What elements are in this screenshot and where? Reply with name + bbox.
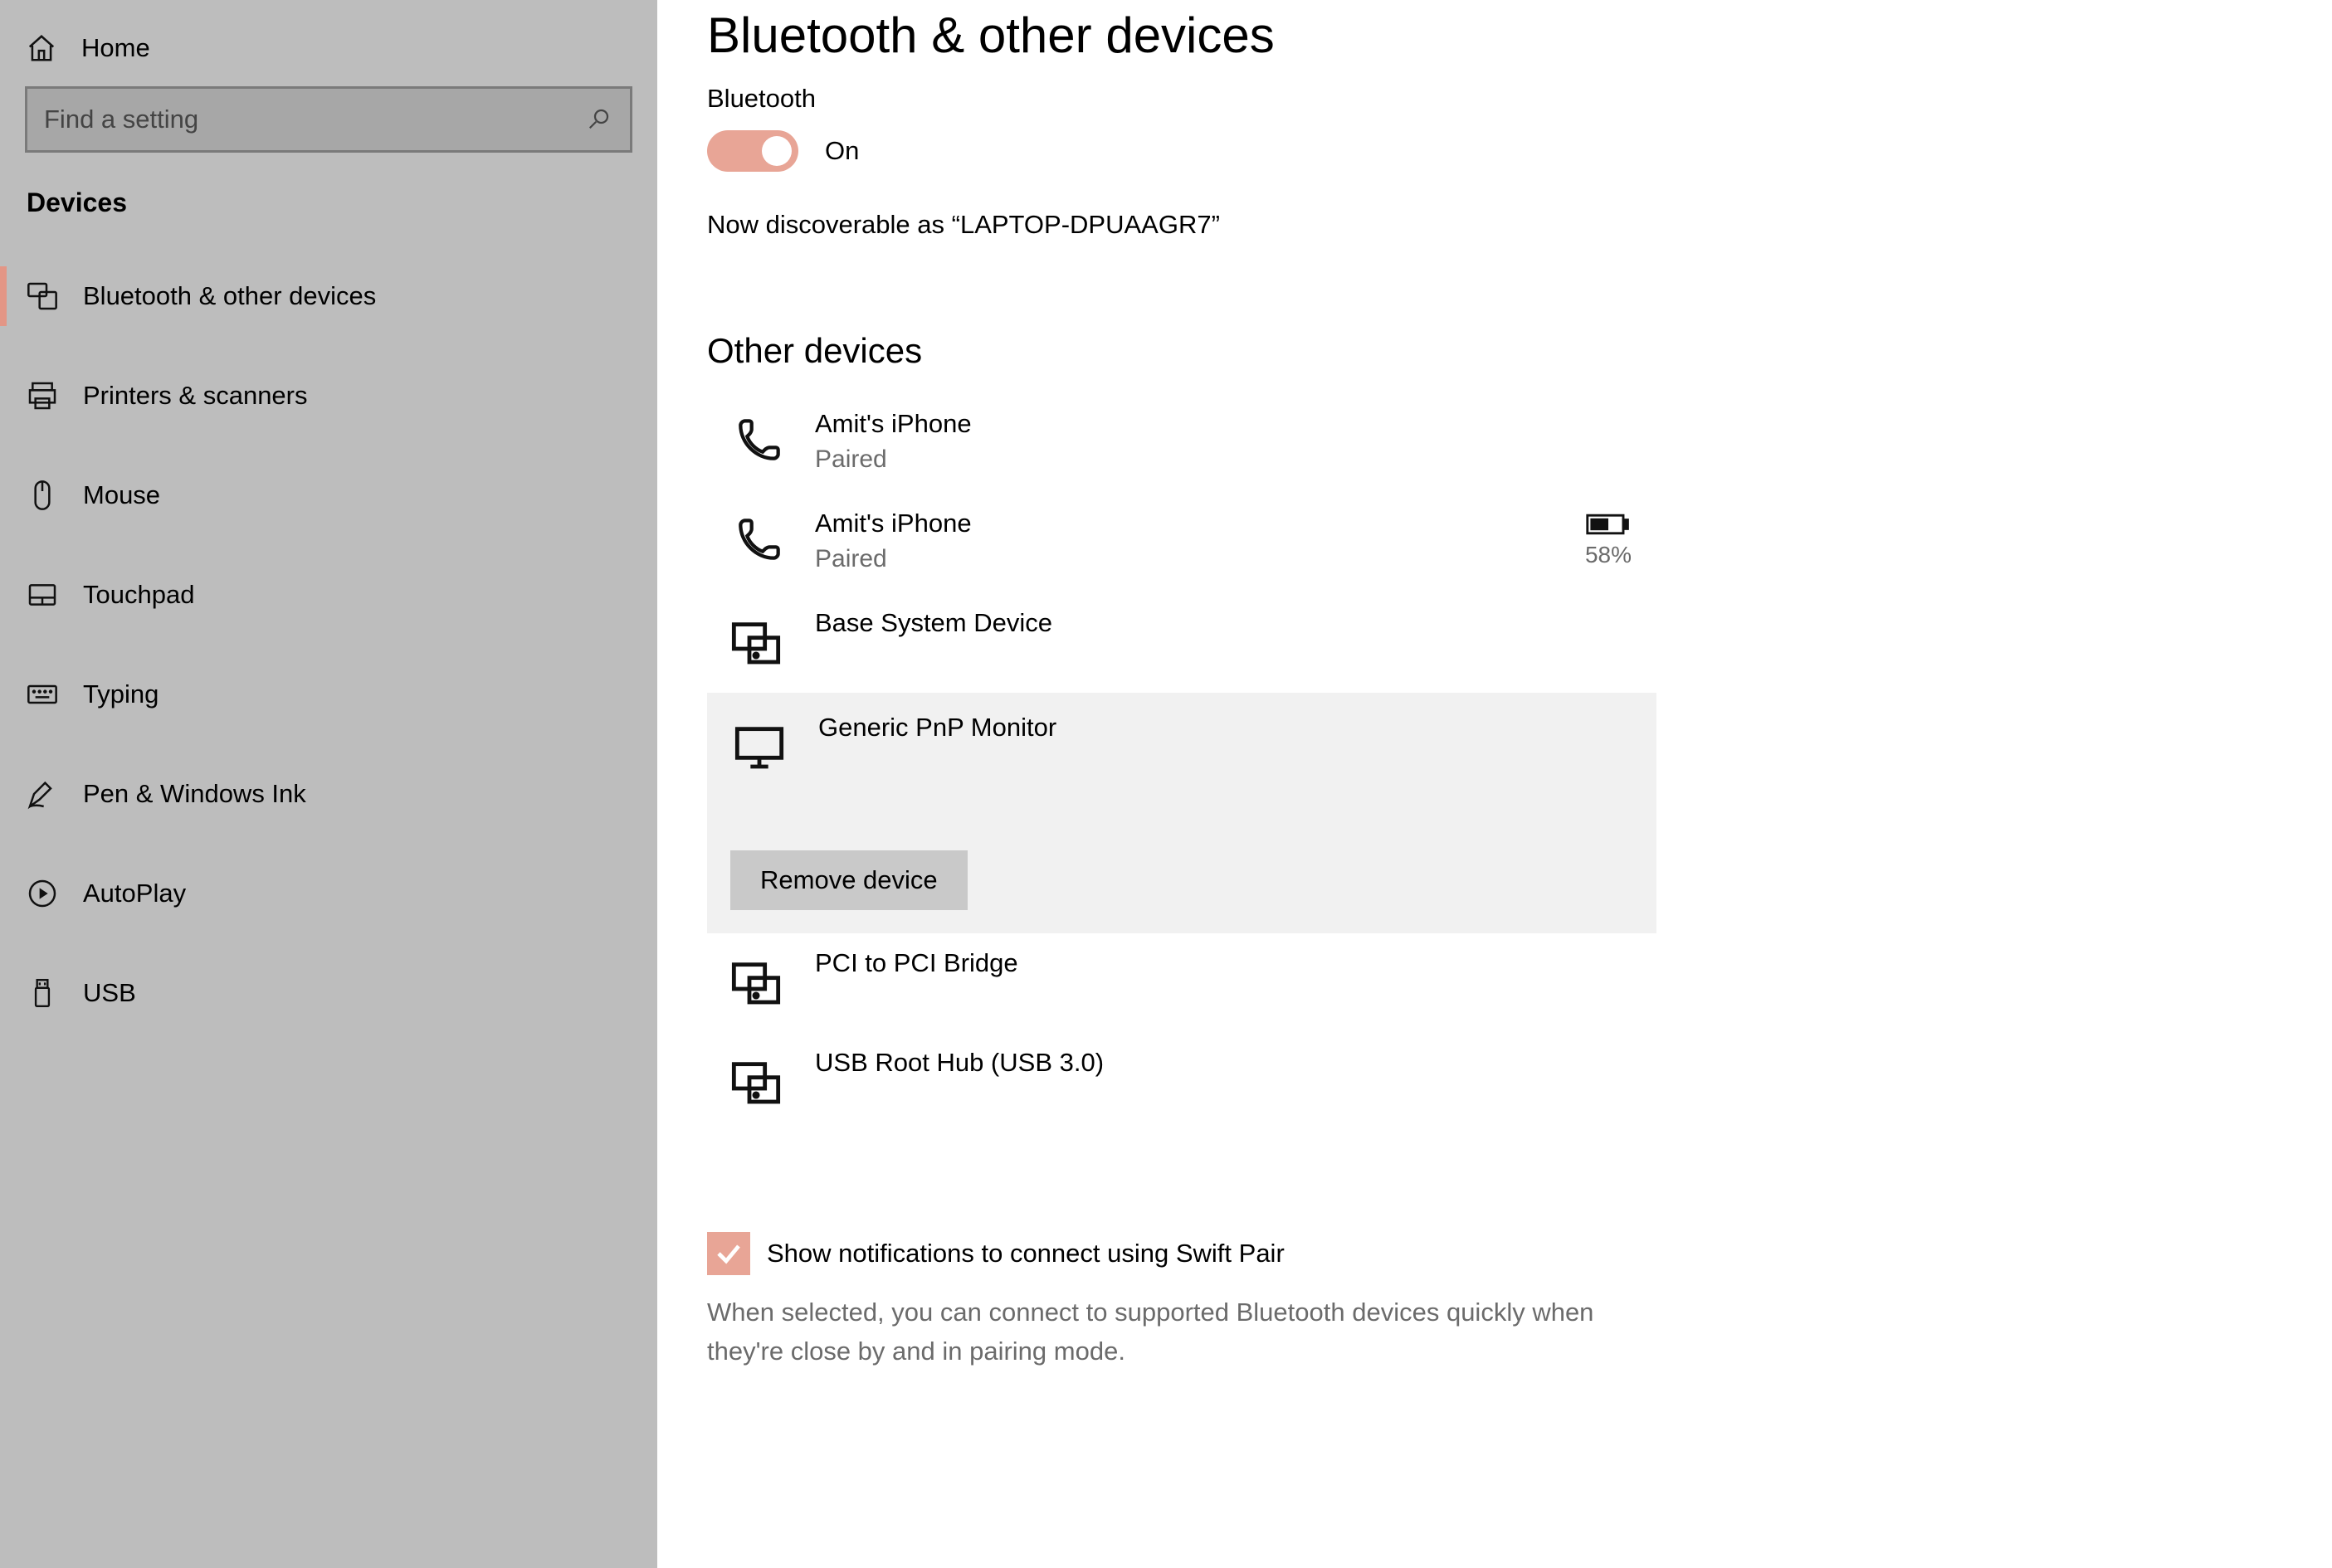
toggle-knob [762, 136, 792, 166]
touchpad-icon [25, 577, 60, 612]
device-item-selected[interactable]: Generic PnP Monitor Remove device [707, 693, 1656, 933]
device-item[interactable]: Base System Device [707, 593, 1656, 693]
device-name: USB Root Hub (USB 3.0) [815, 1048, 1637, 1078]
remove-device-button[interactable]: Remove device [730, 850, 968, 910]
swift-pair-label: Show notifications to connect using Swif… [767, 1239, 1285, 1269]
sidebar-item-mouse[interactable]: Mouse [0, 446, 657, 545]
sidebar-item-label: Pen & Windows Ink [83, 779, 306, 809]
device-info: Generic PnP Monitor [818, 713, 1056, 743]
sidebar: Home Devices Bluetooth & othe [0, 0, 657, 1568]
devices-list: Amit's iPhone Paired Amit's iPhone Paire… [707, 394, 1656, 1132]
device-item[interactable]: Amit's iPhone Paired 58% [707, 494, 1656, 593]
monitor-icon [730, 718, 788, 776]
sidebar-item-usb[interactable]: USB [0, 943, 657, 1043]
bluetooth-toggle[interactable] [707, 130, 798, 172]
device-icon [727, 613, 785, 671]
sidebar-item-bluetooth[interactable]: Bluetooth & other devices [0, 246, 657, 346]
phone-icon [727, 414, 785, 472]
search-container [0, 86, 657, 179]
device-icon [727, 1053, 785, 1111]
swift-pair-description: When selected, you can connect to suppor… [707, 1293, 1637, 1371]
device-name: Amit's iPhone [815, 509, 1555, 538]
pen-icon [25, 777, 60, 811]
sidebar-item-touchpad[interactable]: Touchpad [0, 545, 657, 645]
mouse-icon [25, 478, 60, 513]
device-info: Base System Device [815, 608, 1637, 638]
battery-percent: 58% [1585, 542, 1632, 568]
search-input[interactable] [44, 105, 587, 134]
device-item[interactable]: USB Root Hub (USB 3.0) [707, 1033, 1656, 1132]
discoverable-text: Now discoverable as “LAPTOP-DPUAAGR7” [707, 210, 2282, 240]
sidebar-item-typing[interactable]: Typing [0, 645, 657, 744]
device-info: Amit's iPhone Paired [815, 509, 1555, 573]
sidebar-item-label: USB [83, 978, 136, 1008]
sidebar-item-pen[interactable]: Pen & Windows Ink [0, 744, 657, 844]
device-icon [727, 953, 785, 1011]
sidebar-item-printers[interactable]: Printers & scanners [0, 346, 657, 446]
swift-pair-checkbox[interactable] [707, 1232, 750, 1275]
autoplay-icon [25, 876, 60, 911]
settings-window: Home Devices Bluetooth & othe [0, 0, 2332, 1568]
sidebar-item-label: Touchpad [83, 580, 194, 610]
device-status: Paired [815, 545, 1555, 573]
device-item[interactable]: Amit's iPhone Paired [707, 394, 1656, 494]
usb-icon [25, 976, 60, 1010]
sidebar-section-title: Devices [0, 179, 657, 246]
sidebar-nav-list: Bluetooth & other devices Printers & sca… [0, 246, 657, 1043]
device-info: USB Root Hub (USB 3.0) [815, 1048, 1637, 1078]
device-name: PCI to PCI Bridge [815, 948, 1637, 978]
sidebar-item-label: Printers & scanners [83, 381, 308, 411]
sidebar-item-label: Bluetooth & other devices [83, 281, 376, 311]
device-status: Paired [815, 446, 1637, 474]
main-content: Bluetooth & other devices Bluetooth On N… [657, 0, 2332, 1568]
phone-icon [727, 514, 785, 572]
home-icon [25, 32, 58, 65]
sidebar-item-label: Mouse [83, 480, 160, 510]
other-devices-heading: Other devices [707, 331, 2282, 371]
home-label: Home [81, 33, 150, 63]
swift-pair-checkbox-row[interactable]: Show notifications to connect using Swif… [707, 1232, 2282, 1275]
toggle-state-label: On [825, 136, 859, 166]
device-actions: Remove device [730, 850, 968, 910]
device-battery: 58% [1585, 512, 1632, 568]
device-name: Base System Device [815, 608, 1637, 638]
printer-icon [25, 378, 60, 413]
search-icon [587, 106, 613, 133]
sidebar-item-label: Typing [83, 679, 159, 709]
sidebar-item-autoplay[interactable]: AutoPlay [0, 844, 657, 943]
page-title: Bluetooth & other devices [707, 7, 2282, 64]
bluetooth-label: Bluetooth [707, 84, 2282, 114]
device-item[interactable]: PCI to PCI Bridge [707, 933, 1656, 1033]
keyboard-icon [25, 677, 60, 712]
device-name: Generic PnP Monitor [818, 713, 1056, 743]
checkmark-icon [714, 1239, 744, 1269]
battery-icon [1586, 512, 1631, 537]
home-nav-item[interactable]: Home [0, 23, 657, 86]
search-input-box[interactable] [25, 86, 632, 153]
device-info: Amit's iPhone Paired [815, 409, 1637, 474]
sidebar-item-label: AutoPlay [83, 879, 186, 908]
device-name: Amit's iPhone [815, 409, 1637, 439]
device-info: PCI to PCI Bridge [815, 948, 1637, 978]
bluetooth-devices-icon [25, 279, 60, 314]
bluetooth-toggle-row: On [707, 130, 2282, 172]
